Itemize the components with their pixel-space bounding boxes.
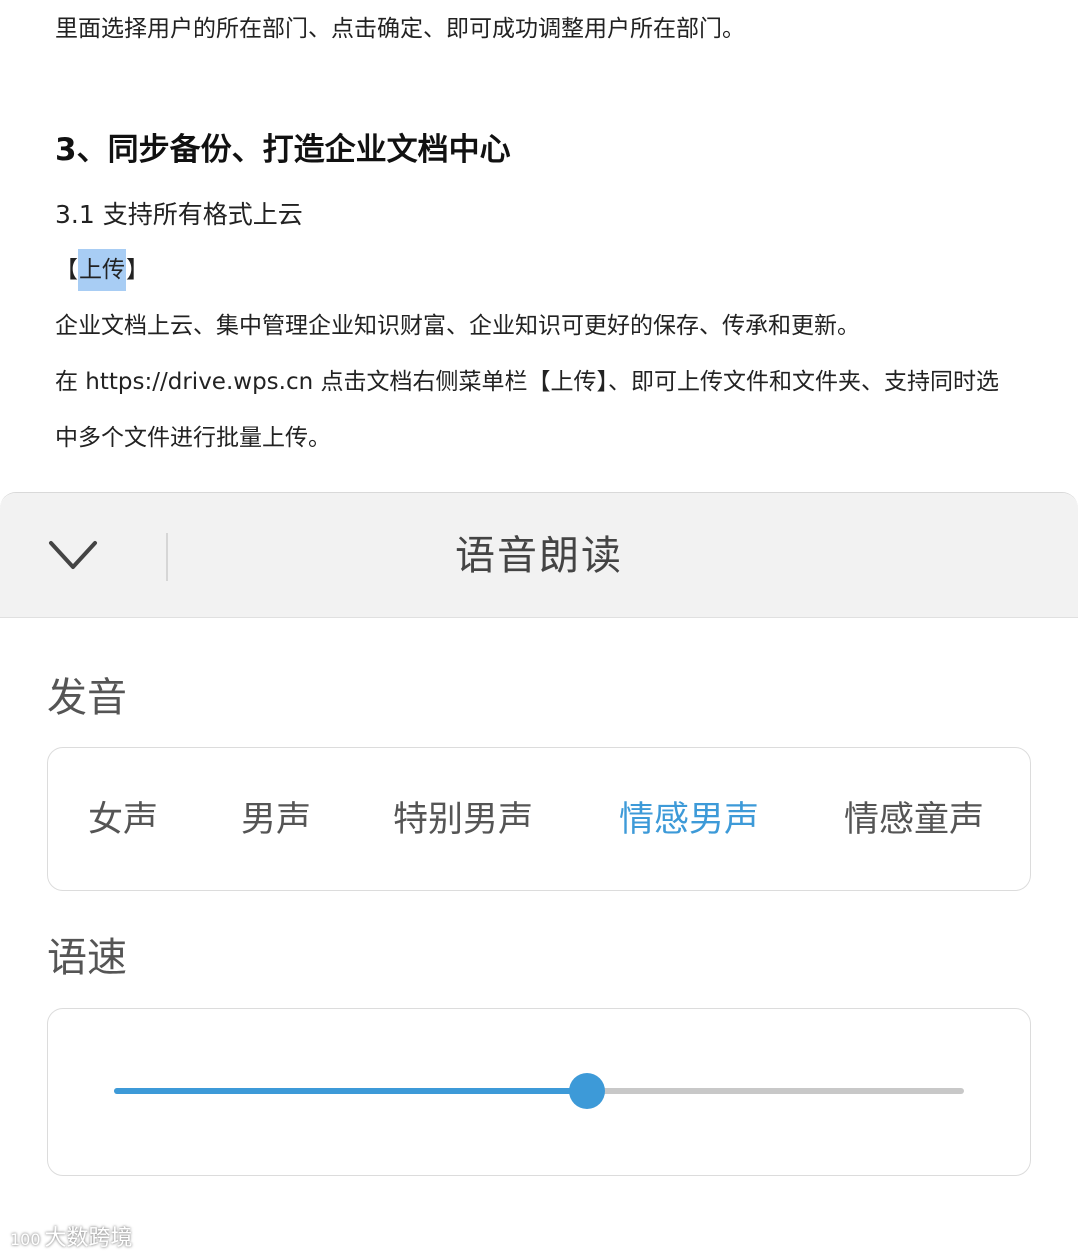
voice-options-card: 女声 男声 特别男声 情感男声 情感童声 bbox=[47, 747, 1031, 891]
speed-section-label: 语速 bbox=[47, 935, 127, 981]
bracket-open: 【 bbox=[55, 257, 78, 283]
watermark-text: 大数跨境 bbox=[44, 1226, 133, 1251]
paragraph-line: 企业文档上云、集中管理企业知识财富、企业知识可更好的保存、传承和更新。 bbox=[55, 313, 860, 339]
paragraph-line: 中多个文件进行批量上传。 bbox=[55, 425, 331, 451]
paragraph-line: 里面选择用户的所在部门、点击确定、即可成功调整用户所在部门。 bbox=[55, 16, 745, 42]
section-heading: 3、同步备份、打造企业文档中心 bbox=[55, 132, 511, 168]
voice-option-male[interactable]: 男声 bbox=[241, 798, 311, 842]
selected-text-highlight[interactable]: 上传 bbox=[78, 249, 126, 291]
speed-card bbox=[47, 1008, 1031, 1176]
upload-tag-line: 【上传】 bbox=[55, 249, 149, 291]
voice-section-label: 发音 bbox=[47, 675, 127, 721]
speed-slider[interactable] bbox=[114, 1071, 964, 1111]
voice-option-special-male[interactable]: 特别男声 bbox=[393, 798, 533, 842]
subsection-heading: 3.1 支持所有格式上云 bbox=[55, 200, 303, 229]
watermark: 100 大数跨境 bbox=[10, 1225, 133, 1254]
panel-header: 语音朗读 bbox=[0, 493, 1078, 618]
voice-option-emotional-male[interactable]: 情感男声 bbox=[619, 798, 759, 842]
paragraph-line: 在 https://drive.wps.cn 点击文档右侧菜单栏【上传】、即可上… bbox=[55, 369, 1000, 395]
panel-title: 语音朗读 bbox=[455, 533, 623, 579]
watermark-logo: 100 bbox=[10, 1230, 41, 1249]
slider-fill bbox=[114, 1088, 587, 1094]
bracket-close: 】 bbox=[126, 257, 149, 283]
voice-option-emotional-child[interactable]: 情感童声 bbox=[844, 798, 984, 842]
document-view: 里面选择用户的所在部门、点击确定、即可成功调整用户所在部门。 3、同步备份、打造… bbox=[0, 0, 1078, 492]
slider-thumb[interactable] bbox=[569, 1073, 605, 1109]
read-aloud-panel: 语音朗读 发音 女声 男声 特别男声 情感男声 情感童声 语速 bbox=[0, 492, 1078, 1260]
voice-option-female[interactable]: 女声 bbox=[88, 798, 158, 842]
